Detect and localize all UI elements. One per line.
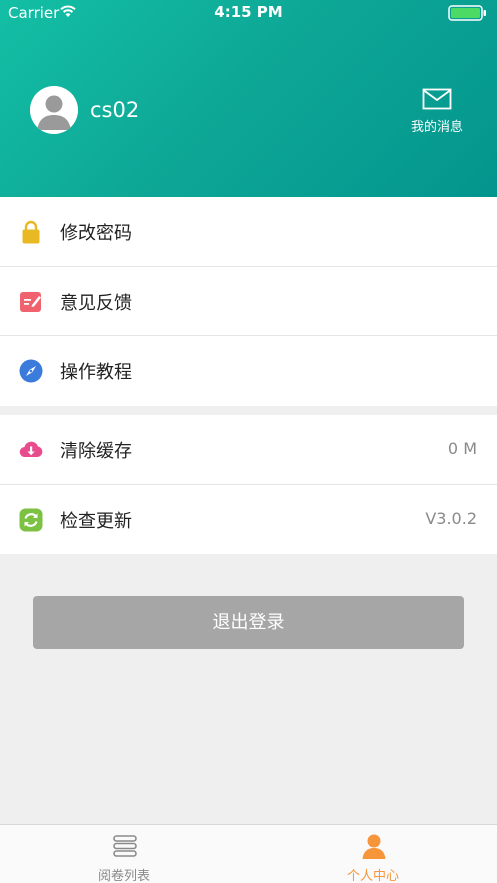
change-password-label: 修改密码 bbox=[60, 223, 132, 244]
person-icon bbox=[362, 834, 386, 859]
change-password-row[interactable]: 修改密码 bbox=[0, 197, 497, 267]
tab-bar: 阅卷列表 个人中心 bbox=[0, 824, 497, 883]
compass-icon bbox=[19, 359, 43, 383]
feedback-row[interactable]: 意见反馈 bbox=[0, 267, 497, 336]
cloud-download-icon bbox=[19, 441, 43, 458]
my-messages-label: 我的消息 bbox=[410, 120, 463, 135]
default-avatar-icon bbox=[30, 86, 78, 134]
check-update-label: 检查更新 bbox=[60, 510, 132, 532]
tab-grading-list[interactable]: 阅卷列表 bbox=[0, 825, 248, 883]
version-value: V3.0.2 bbox=[425, 508, 477, 528]
profile-header: Carrier 4:15 PM cs02 我的消息 bbox=[0, 0, 497, 197]
refresh-icon bbox=[19, 508, 43, 531]
status-time: 4:15 PM bbox=[214, 3, 283, 21]
status-bar: Carrier 4:15 PM bbox=[0, 0, 497, 26]
tutorial-label: 操作教程 bbox=[60, 362, 132, 383]
feedback-label: 意见反馈 bbox=[60, 292, 132, 314]
clear-cache-row[interactable]: 清除缓存 0 M bbox=[0, 415, 497, 485]
tab-personal-center-label: 个人中心 bbox=[346, 869, 399, 883]
feedback-icon bbox=[20, 291, 41, 312]
check-update-row[interactable]: 检查更新 V3.0.2 bbox=[0, 485, 497, 555]
my-messages-button[interactable]: 我的消息 bbox=[402, 86, 472, 138]
list-icon bbox=[113, 835, 137, 857]
avatar[interactable] bbox=[30, 86, 78, 134]
lock-icon bbox=[22, 220, 40, 244]
tutorial-row[interactable]: 操作教程 bbox=[0, 336, 497, 406]
username: cs02 bbox=[90, 98, 140, 122]
tab-grading-list-label: 阅卷列表 bbox=[97, 869, 150, 883]
battery-icon bbox=[448, 5, 486, 21]
cache-size-value: 0 M bbox=[447, 439, 477, 458]
menu-section-account: 修改密码 意见反馈 操作教程 bbox=[0, 197, 497, 406]
mail-icon bbox=[422, 88, 452, 110]
menu-section-system: 清除缓存 0 M 检查更新 V3.0.2 bbox=[0, 415, 497, 554]
clear-cache-label: 清除缓存 bbox=[60, 441, 132, 462]
tab-personal-center[interactable]: 个人中心 bbox=[249, 825, 497, 883]
logout-button[interactable]: 退出登录 bbox=[33, 596, 464, 649]
